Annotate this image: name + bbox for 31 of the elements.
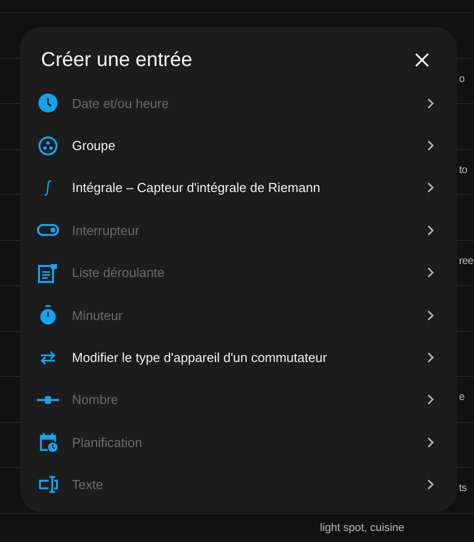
chevron-icon: [427, 182, 434, 194]
chevron-icon: [427, 394, 434, 406]
chevron-icon: [427, 479, 434, 490]
form-icon: [38, 262, 58, 283]
chevron-icon: [427, 224, 434, 236]
calendar-clock-icon: [38, 432, 58, 453]
table-cell: to: [459, 164, 468, 176]
swap-arrows-icon: [39, 350, 57, 365]
table-cell: light spot, cuisine: [320, 522, 404, 534]
chevron-icon: [427, 436, 434, 448]
clock-icon: [38, 93, 58, 114]
chevron-icon: [427, 98, 434, 109]
slider-icon: [37, 396, 59, 404]
dialog-title: Créer une entrée: [41, 48, 192, 72]
chevron-icon: [427, 267, 434, 278]
close-icon[interactable]: [415, 53, 429, 67]
chevron-icon: [427, 140, 434, 152]
chevron-icon: [427, 310, 434, 321]
integral-icon: [43, 178, 53, 198]
table-cell: o: [459, 72, 465, 84]
menu-item[interactable]: Modifier le type d'appareil d'un commutateur: [20, 336, 457, 379]
stopwatch-icon: [39, 305, 57, 326]
menu-item[interactable]: Groupe: [20, 124, 457, 167]
menu-item[interactable]: Intégrale – Capteur d'intégrale de Riemann: [20, 166, 457, 210]
chevron-icon: [427, 352, 434, 364]
group-icon: [38, 136, 58, 156]
toggle-icon: [37, 224, 59, 236]
table-cell: ree: [459, 254, 474, 266]
text-field-icon: [38, 476, 58, 494]
table-cell: ts: [459, 482, 467, 494]
table-cell: e: [459, 391, 465, 403]
